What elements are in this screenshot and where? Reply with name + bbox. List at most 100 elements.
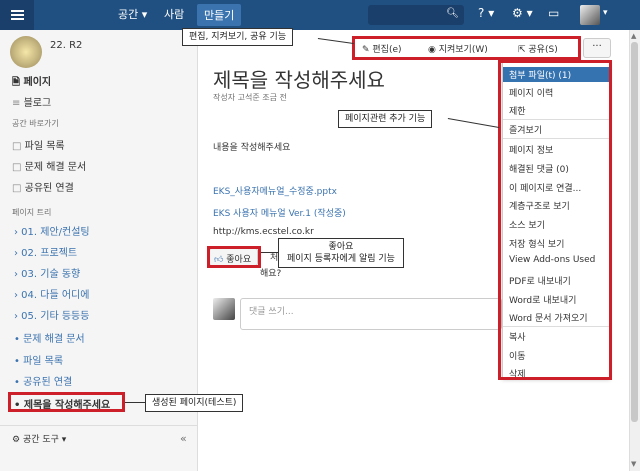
file-icon: □ <box>12 162 25 173</box>
page-byline: 작성자 고석준 조금 전 <box>213 93 287 102</box>
menu-item-delete[interactable]: 삭제 <box>509 367 526 380</box>
menu-divider <box>503 119 609 120</box>
page-tree-heading: 페이지 트리 <box>12 208 52 217</box>
user-avatar[interactable] <box>580 5 600 25</box>
manual-link[interactable]: EKS 사용자 메뉴얼 Ver.1 (작성중) <box>213 206 346 219</box>
gear-icon-glyph: ⚙ <box>512 6 523 20</box>
search-input[interactable]: 🔍︎ <box>368 5 464 25</box>
scroll-up-icon[interactable]: ▲ <box>631 32 636 40</box>
inbox-icon[interactable]: ▭ <box>548 6 559 20</box>
tree-item[interactable]: › 02. 프로젝트 <box>14 244 77 259</box>
shortcuts-heading: 공간 바로가기 <box>12 119 59 128</box>
avatar <box>213 298 235 320</box>
sidebar-item-pages[interactable]: 🗎︎ 페이지 <box>12 73 51 92</box>
shortcut-label: 문제 해결 문서 <box>24 162 87 173</box>
callout-leader <box>261 252 279 253</box>
menu-item-favorite[interactable]: 즐겨보기 <box>509 123 542 136</box>
space-name[interactable]: 22. R2 <box>50 40 82 51</box>
callout-created-page: 생성된 페이지(테스트) <box>145 394 244 412</box>
callout-leader <box>125 402 145 403</box>
tree-item[interactable]: › 03. 기술 동향 <box>14 265 80 280</box>
share-button[interactable]: ⇱ 공유(S) <box>518 42 558 55</box>
menu-item-move[interactable]: 이동 <box>509 349 526 362</box>
eye-icon: ◉ <box>428 45 439 55</box>
shortcut-shared-links[interactable]: □ 공유된 연결 <box>12 179 74 194</box>
like-label: 좋아요 <box>226 255 252 265</box>
search-icon: 🔍︎ <box>446 8 459 19</box>
shortcut-label: 파일 목록 <box>24 141 65 152</box>
pencil-icon: ✎ <box>362 45 373 55</box>
menu-item-export-word[interactable]: Word로 내보내기 <box>509 293 576 306</box>
callout-like-line2: 페이지 등록자에게 알림 기능 <box>287 254 395 264</box>
more-actions-dropdown: 첨부 파일(t) (1) 페이지 이력 제한 즐겨보기 페이지 정보 해결된 댓… <box>502 60 610 380</box>
menu-item-history[interactable]: 페이지 이력 <box>509 86 553 99</box>
more-actions-button[interactable]: ··· <box>583 38 611 58</box>
menu-item-storage-format[interactable]: 저장 형식 보기 <box>509 237 564 250</box>
space-tools-button[interactable]: ⚙ 공간 도구 ▾ <box>12 432 66 445</box>
callout-like-line1: 좋아요 <box>328 242 354 252</box>
menu-item-export-pdf[interactable]: PDF로 내보내기 <box>509 274 571 287</box>
file-icon: □ <box>12 141 25 152</box>
collapse-sidebar-button[interactable]: « <box>180 432 187 445</box>
space-tools-label: 공간 도구 ▾ <box>22 435 67 445</box>
tree-item[interactable]: • 파일 목록 <box>14 352 63 367</box>
shortcut-troubleshooting[interactable]: □ 문제 해결 문서 <box>12 158 86 173</box>
attachment-link[interactable]: EKS_사용자메뉴얼_수정중.pptx <box>213 184 337 197</box>
tree-item[interactable]: › 04. 다들 어디에 <box>14 286 89 301</box>
menu-item-attachments[interactable]: 첨부 파일(t) (1) <box>503 67 609 82</box>
callout-like: 좋아요 페이지 등록자에게 알림 기능 <box>278 238 404 268</box>
hamburger-menu-button[interactable] <box>0 0 34 30</box>
menu-item-view-source[interactable]: 소스 보기 <box>509 218 545 231</box>
sidebar-divider <box>0 425 198 426</box>
help-icon[interactable]: ? ▾ <box>478 6 494 20</box>
menu-item-resolved-comments[interactable]: 해결된 댓글 (0) <box>509 162 569 175</box>
tree-item[interactable]: • 공유된 연결 <box>14 373 72 388</box>
help-icon-glyph: ? <box>478 6 485 20</box>
scroll-down-icon[interactable]: ▼ <box>631 460 636 468</box>
shortcut-label: 공유된 연결 <box>24 183 74 194</box>
nav-spaces[interactable]: 공간 ▾ <box>118 6 147 22</box>
shortcut-file-list[interactable]: □ 파일 목록 <box>12 137 65 152</box>
comment-input[interactable]: 댓글 쓰기... <box>240 298 502 330</box>
scrollbar-thumb[interactable] <box>631 42 638 422</box>
sidebar-item-blog[interactable]: ≡ 블로그 <box>12 94 51 109</box>
tree-item-current[interactable]: • 제목을 작성해주세요 <box>14 396 110 411</box>
hamburger-icon-bar <box>11 18 24 20</box>
space-logo[interactable] <box>10 36 42 68</box>
create-button[interactable]: 만들기 <box>197 4 242 26</box>
chevron-down-icon[interactable]: ▾ <box>603 8 608 18</box>
like-button[interactable]: 👍︎ 좋아요 <box>209 248 258 266</box>
menu-item-copy[interactable]: 복사 <box>509 330 526 343</box>
menu-item-addons-used[interactable]: View Add-ons Used <box>509 255 595 265</box>
menu-divider <box>503 326 609 327</box>
menu-item-link-to-page[interactable]: 이 페이지로 연결... <box>509 181 581 194</box>
watch-button[interactable]: ◉ 지켜보기(W) <box>428 42 488 55</box>
menu-item-hierarchy[interactable]: 계층구조로 보기 <box>509 199 570 212</box>
tree-item[interactable]: › 01. 제안/컨설팅 <box>14 223 90 238</box>
edit-label: 편집(e) <box>372 45 402 55</box>
file-icon: □ <box>12 183 25 194</box>
rss-icon: ≡ <box>12 98 24 109</box>
hamburger-icon-bar <box>11 14 24 16</box>
url-link[interactable]: http://kms.ecstel.co.kr <box>213 227 314 237</box>
sidebar-item-label: 블로그 <box>23 98 52 109</box>
thumbs-up-icon: 👍︎ <box>214 255 227 265</box>
top-navigation-bar: 공간 ▾ 사람 만들기 🔍︎ ? ▾ ⚙ ▾ ▭ ▾ <box>0 0 640 30</box>
nav-people[interactable]: 사람 <box>164 6 184 22</box>
menu-item-restrictions[interactable]: 제한 <box>509 104 526 117</box>
menu-item-import-word[interactable]: Word 문서 가져오기 <box>509 311 588 324</box>
callout-edit-watch-share: 편집, 지켜보기, 공유 기능 <box>182 28 294 46</box>
sidebar-item-label: 페이지 <box>23 77 52 88</box>
tree-item[interactable]: • 문제 해결 문서 <box>14 330 85 345</box>
pages-icon: 🗎︎ <box>12 77 24 88</box>
gear-icon: ⚙ <box>12 435 23 445</box>
edit-button[interactable]: ✎ 편집(e) <box>362 42 402 55</box>
share-icon: ⇱ <box>518 45 529 55</box>
tree-item[interactable]: › 05. 기타 등등등 <box>14 307 89 322</box>
hamburger-icon <box>11 10 24 12</box>
gear-icon[interactable]: ⚙ ▾ <box>512 6 533 20</box>
menu-item-page-info[interactable]: 페이지 정보 <box>509 143 553 156</box>
page-body-text: 내용을 작성해주세요 <box>213 143 291 153</box>
watch-label: 지켜보기(W) <box>438 45 488 55</box>
callout-page-extra: 페이지관련 추가 기능 <box>338 110 433 128</box>
